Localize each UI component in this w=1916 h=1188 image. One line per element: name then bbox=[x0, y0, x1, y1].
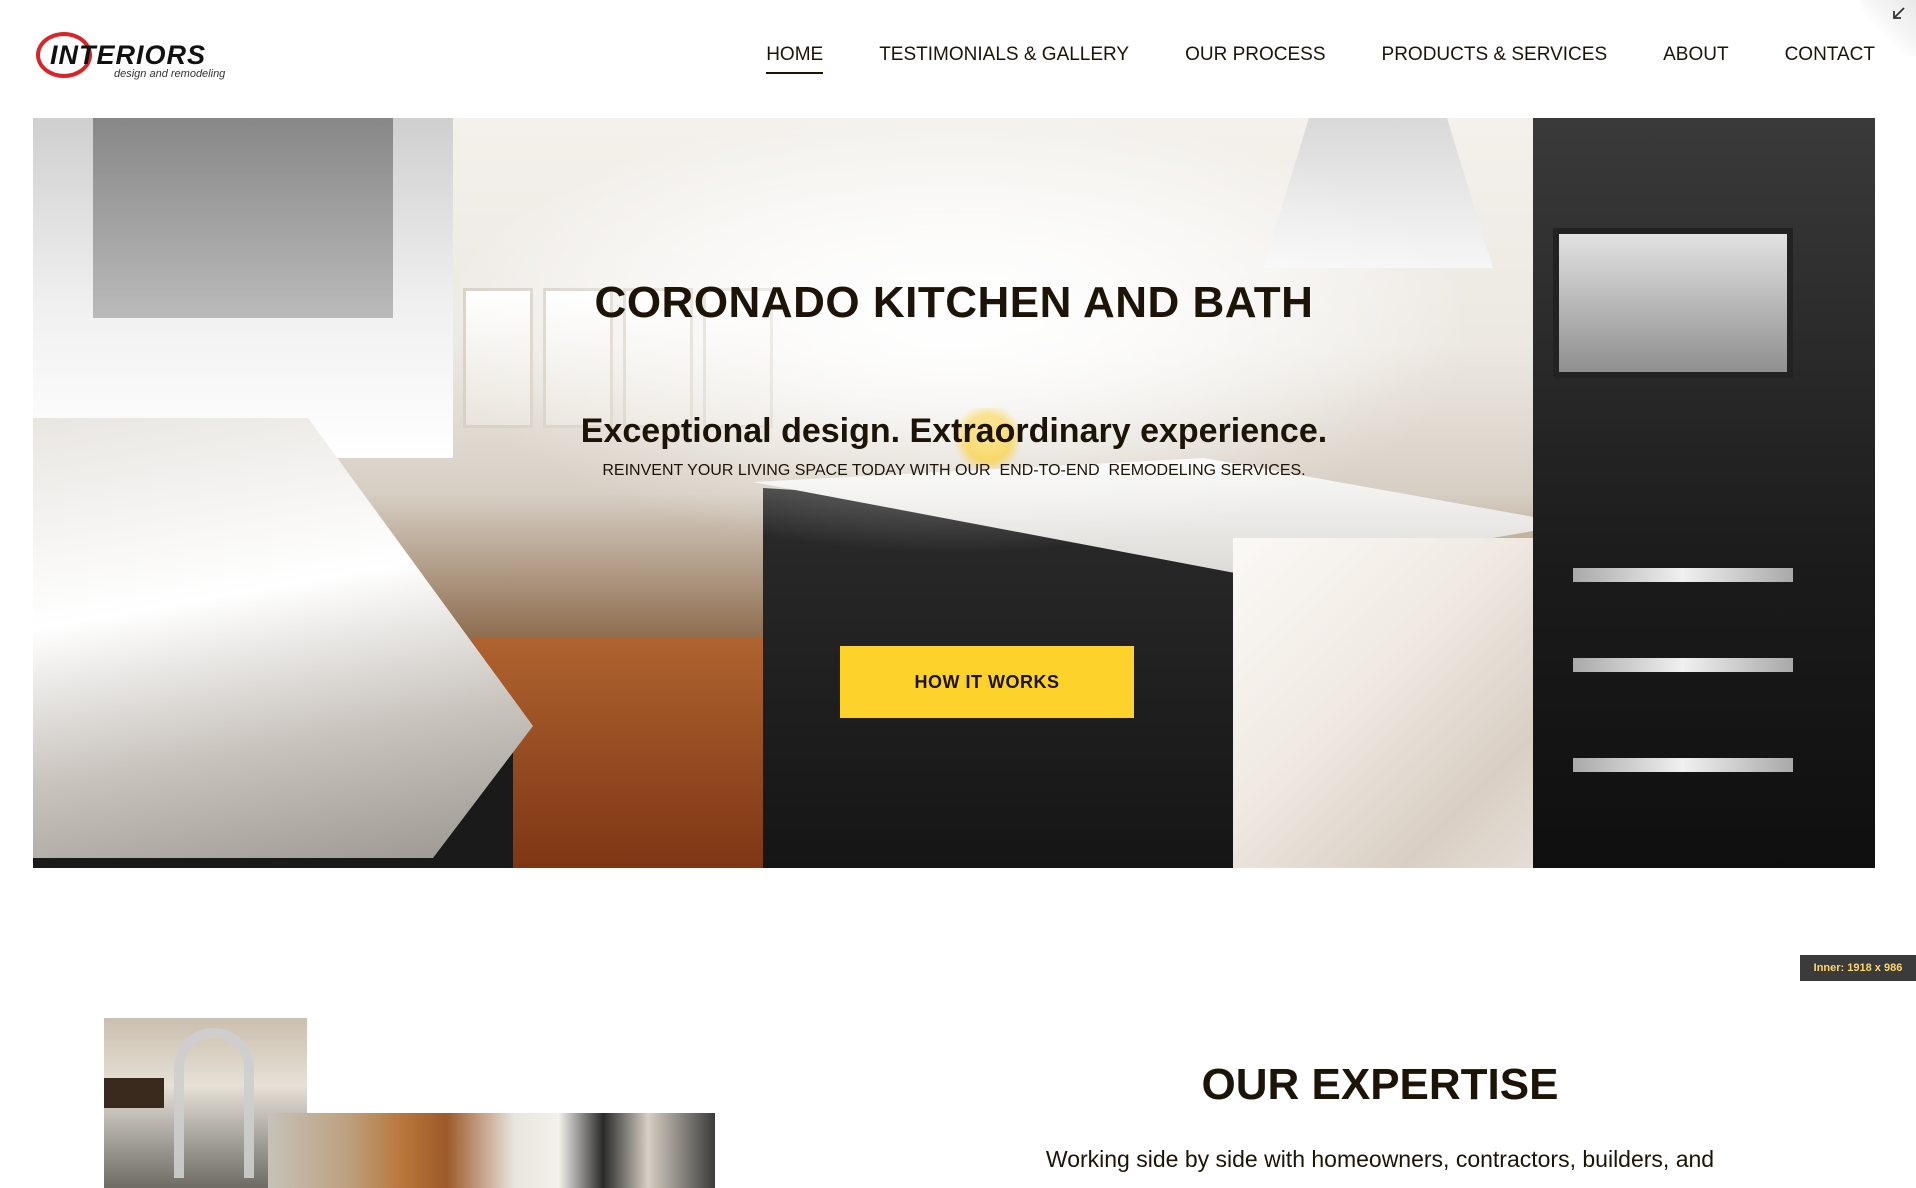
collapse-arrow-icon bbox=[1893, 7, 1905, 19]
image-faucet bbox=[174, 1028, 254, 1178]
main-nav: HOME TESTIMONIALS & GALLERY OUR PROCESS … bbox=[766, 44, 1875, 74]
collapse-corner[interactable] bbox=[1860, 0, 1916, 56]
hero-title: CORONADO KITCHEN AND BATH bbox=[594, 278, 1314, 327]
nav-home[interactable]: HOME bbox=[766, 44, 824, 74]
expertise-image-samples bbox=[268, 1113, 715, 1188]
hero-image-veil bbox=[33, 118, 1875, 868]
logo-wordmark: INTERIORS bbox=[50, 40, 207, 70]
expertise-text: Working side by side with homeowners, co… bbox=[1045, 1146, 1715, 1172]
nav-products-services[interactable]: PRODUCTS & SERVICES bbox=[1382, 44, 1608, 74]
logo-tagline: design and remodeling bbox=[114, 68, 226, 80]
how-it-works-button[interactable]: HOW IT WORKS bbox=[840, 646, 1134, 718]
hero-banner: CORONADO KITCHEN AND BATH Exceptional de… bbox=[33, 118, 1875, 868]
nav-testimonials-gallery[interactable]: TESTIMONIALS & GALLERY bbox=[879, 44, 1129, 74]
nav-about[interactable]: ABOUT bbox=[1663, 44, 1728, 74]
nav-our-process[interactable]: OUR PROCESS bbox=[1185, 44, 1325, 74]
expertise-title: OUR EXPERTISE bbox=[1201, 1060, 1559, 1109]
site-logo[interactable]: INTERIORS design and remodeling bbox=[36, 30, 236, 82]
image-shelf bbox=[104, 1078, 164, 1108]
hero-tagline: REINVENT YOUR LIVING SPACE TODAY WITH OU… bbox=[602, 462, 1306, 479]
page: INTERIORS design and remodeling HOME TES… bbox=[0, 0, 1916, 1188]
inner-size-badge: Inner: 1918 x 986 bbox=[1800, 955, 1916, 981]
hero-subtitle: Exceptional design. Extraordinary experi… bbox=[580, 412, 1328, 450]
